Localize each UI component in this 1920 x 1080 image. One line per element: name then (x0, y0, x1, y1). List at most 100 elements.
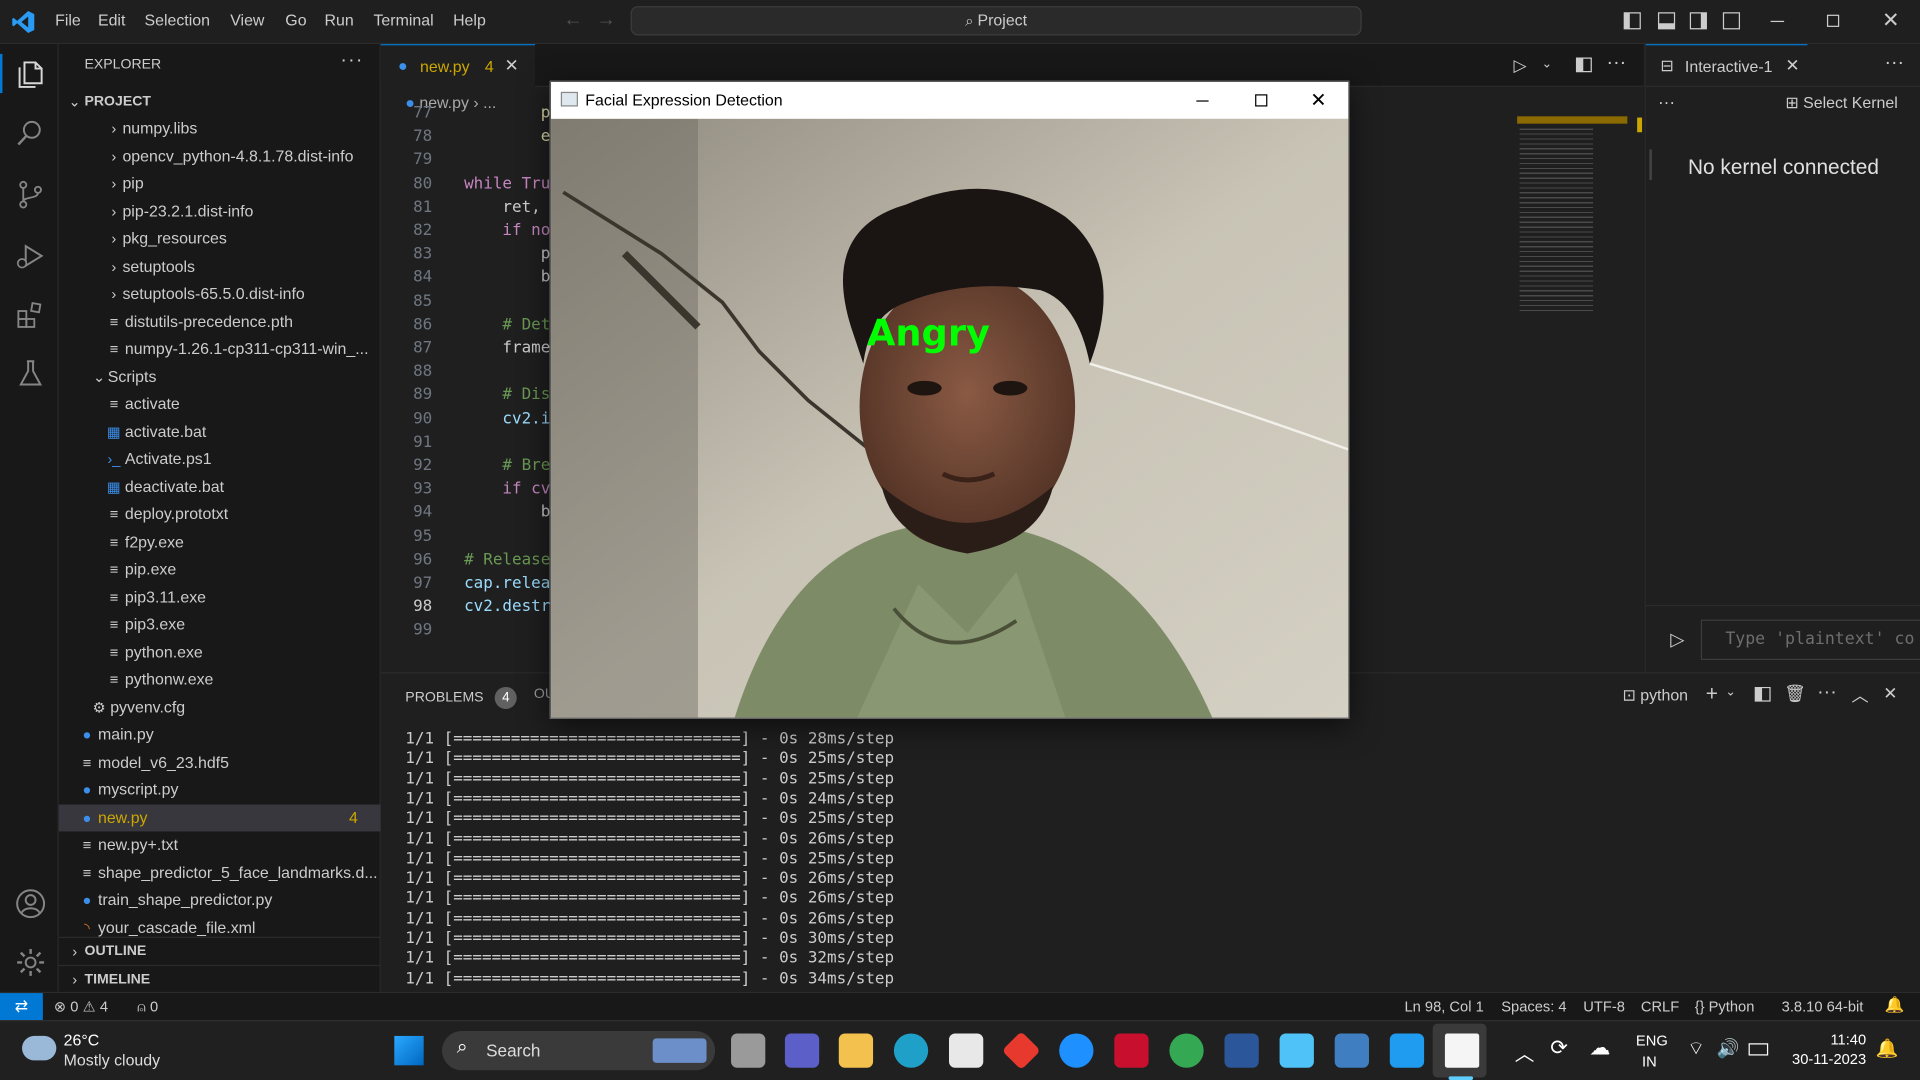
volume-icon[interactable]: 🔊 (1717, 1037, 1740, 1059)
toggle-panel-icon[interactable] (1657, 12, 1676, 30)
tree-file[interactable]: ≡ pythonw.exe (59, 666, 381, 693)
chevron-down-icon[interactable]: ⌄ (1725, 686, 1735, 699)
tree-file[interactable]: ≡ model_v6_23.hdf5 (59, 749, 381, 776)
tree-file[interactable]: ≡ new.py+.txt (59, 831, 381, 858)
tree-file[interactable]: ● train_shape_predictor.py (59, 887, 381, 914)
tab-close-icon[interactable]: ✕ (504, 55, 518, 76)
outline-section-header[interactable]: › OUTLINE (59, 938, 381, 965)
split-terminal-icon[interactable] (1754, 686, 1771, 702)
menu-item-view[interactable]: View (230, 11, 264, 29)
timeline-section-header[interactable]: › TIMELINE (59, 966, 381, 993)
start-windows-icon[interactable] (394, 1035, 424, 1066)
split-editor-icon[interactable] (1575, 57, 1592, 73)
minimap[interactable] (1517, 114, 1628, 322)
tree-file[interactable]: ≡ pip.exe (59, 556, 381, 583)
menu-item-run[interactable]: Run (324, 11, 353, 29)
word-icon[interactable] (1224, 1033, 1259, 1068)
wifi-icon[interactable]: ⌔ (1687, 1037, 1704, 1060)
anydesk-icon[interactable] (1001, 1031, 1041, 1071)
minimize-icon[interactable] (1196, 100, 1209, 102)
tree-file[interactable]: ›_ Activate.ps1 (59, 446, 381, 473)
command-center[interactable]: ⌕ Project (630, 6, 1362, 36)
weather-cloud-icon[interactable] (22, 1035, 57, 1061)
microsoft-store-icon[interactable] (948, 1033, 984, 1068)
project-section-header[interactable]: ⌄ PROJECT (59, 88, 381, 115)
tree-folder[interactable]: › pip-23.2.1.dist-info (59, 198, 381, 225)
more-actions-icon[interactable]: ··· (1885, 53, 1905, 75)
notifications-bell-icon[interactable]: 🔔 (1885, 996, 1905, 1016)
run-python-icon[interactable]: ▷ (1513, 55, 1526, 76)
tab-new-py[interactable]: ● new.py 4 ✕ (380, 44, 536, 87)
maximize-icon[interactable] (1255, 94, 1268, 107)
customize-layout-icon[interactable] (1722, 12, 1741, 30)
execute-icon[interactable]: ▷ (1670, 628, 1684, 650)
tree-file[interactable]: ▦ deactivate.bat (59, 473, 381, 500)
ports-status[interactable]: ⍝ 0 (137, 998, 158, 1016)
tree-file[interactable]: ≡ python.exe (59, 639, 381, 666)
tree-folder[interactable]: › numpy.libs (59, 115, 381, 142)
tree-folder[interactable]: › pip (59, 170, 381, 197)
new-terminal-icon[interactable]: + (1706, 682, 1718, 706)
more-actions-icon[interactable]: ··· (340, 50, 363, 72)
close-icon[interactable]: ✕ (1310, 88, 1326, 112)
more-actions-icon[interactable]: ··· (1817, 682, 1837, 704)
select-kernel-button[interactable]: ⊞ Select Kernel (1785, 93, 1897, 113)
tree-file[interactable]: ⚙ pyvenv.cfg (59, 694, 381, 721)
battery-icon[interactable] (1748, 1043, 1769, 1056)
remote-indicator-icon[interactable]: ⇄ (0, 993, 43, 1021)
tree-folder[interactable]: › setuptools (59, 253, 381, 280)
menu-item-terminal[interactable]: Terminal (373, 11, 433, 29)
menu-item-go[interactable]: Go (285, 11, 306, 29)
menu-item-help[interactable]: Help (453, 11, 486, 29)
encoding[interactable]: UTF-8 (1583, 998, 1625, 1015)
problems-status[interactable]: ⊗ 0 ⚠ 4 (54, 998, 108, 1015)
document-app-icon[interactable] (1444, 1033, 1480, 1068)
close-icon[interactable]: ✕ (1882, 9, 1899, 33)
task-view-icon[interactable] (731, 1033, 766, 1068)
clock-time[interactable]: 11:40 (1795, 1031, 1866, 1048)
tree-file[interactable]: ▦ activate.bat (59, 418, 381, 445)
chevron-up-icon[interactable]: ︿ (1515, 1037, 1535, 1066)
language-code[interactable]: ENG (1636, 1032, 1668, 1049)
extensions-icon[interactable] (15, 299, 47, 331)
tab-problems[interactable]: PROBLEMS 4 (405, 686, 517, 709)
tree-file[interactable]: ≡ shape_predictor_5_face_landmarks.d... (59, 859, 381, 886)
forward-arrow-icon[interactable]: → (596, 10, 616, 32)
more-actions-icon[interactable]: ··· (1658, 92, 1675, 112)
tree-file[interactable]: ≡ numpy-1.26.1-cp311-cp311-win_... (59, 336, 381, 363)
chevron-down-icon[interactable]: ⌄ (1542, 58, 1552, 71)
tree-file[interactable]: ● myscript.py (59, 776, 381, 803)
photos-icon[interactable] (1334, 1033, 1369, 1068)
interactive-input[interactable]: Type 'plaintext' co (1700, 619, 1920, 661)
run-debug-icon[interactable] (15, 240, 47, 272)
menu-item-selection[interactable]: Selection (144, 11, 209, 29)
minimize-icon[interactable] (1770, 20, 1785, 23)
python-interpreter[interactable]: 3.8.10 64-bit (1782, 998, 1864, 1015)
indentation[interactable]: Spaces: 4 (1501, 998, 1566, 1015)
back-arrow-icon[interactable]: ← (563, 10, 583, 32)
tab-close-icon[interactable]: ✕ (1785, 55, 1799, 76)
explorer-files-icon[interactable] (15, 59, 47, 91)
menu-item-file[interactable]: File (55, 11, 81, 29)
tree-file[interactable]: ≡ activate (59, 391, 381, 418)
notepad-icon[interactable] (1279, 1033, 1314, 1068)
region-code[interactable]: IN (1642, 1053, 1657, 1070)
taskbar-search-box[interactable]: ⌕ Search (442, 1031, 716, 1071)
menu-item-edit[interactable]: Edit (98, 11, 125, 29)
tree-folder[interactable]: ⌄ Scripts (59, 363, 381, 390)
tree-folder[interactable]: › pkg_resources (59, 225, 381, 252)
sync-icon[interactable]: ⟳ (1550, 1036, 1567, 1060)
weather-description[interactable]: Mostly cloudy (64, 1051, 160, 1069)
accounts-icon[interactable] (13, 887, 47, 921)
cursor-position[interactable]: Ln 98, Col 1 (1405, 998, 1484, 1015)
tab-interactive-1[interactable]: ⊟ Interactive-1 ✕ (1645, 44, 1808, 87)
testing-flask-icon[interactable] (15, 358, 47, 390)
trash-icon[interactable]: 🗑 (1784, 683, 1806, 704)
terminal-selector[interactable]: ⊡ python (1622, 686, 1688, 706)
toggle-secondary-sidebar-icon[interactable] (1689, 12, 1707, 30)
search-icon[interactable] (15, 118, 47, 150)
tree-file[interactable]: ● new.py 4 (58, 803, 381, 831)
language-mode[interactable]: {} Python (1695, 998, 1755, 1015)
tree-file[interactable]: ≡ distutils-precedence.pth (59, 308, 381, 335)
window-title-bar[interactable]: Facial Expression Detection ✕ (551, 82, 1349, 119)
